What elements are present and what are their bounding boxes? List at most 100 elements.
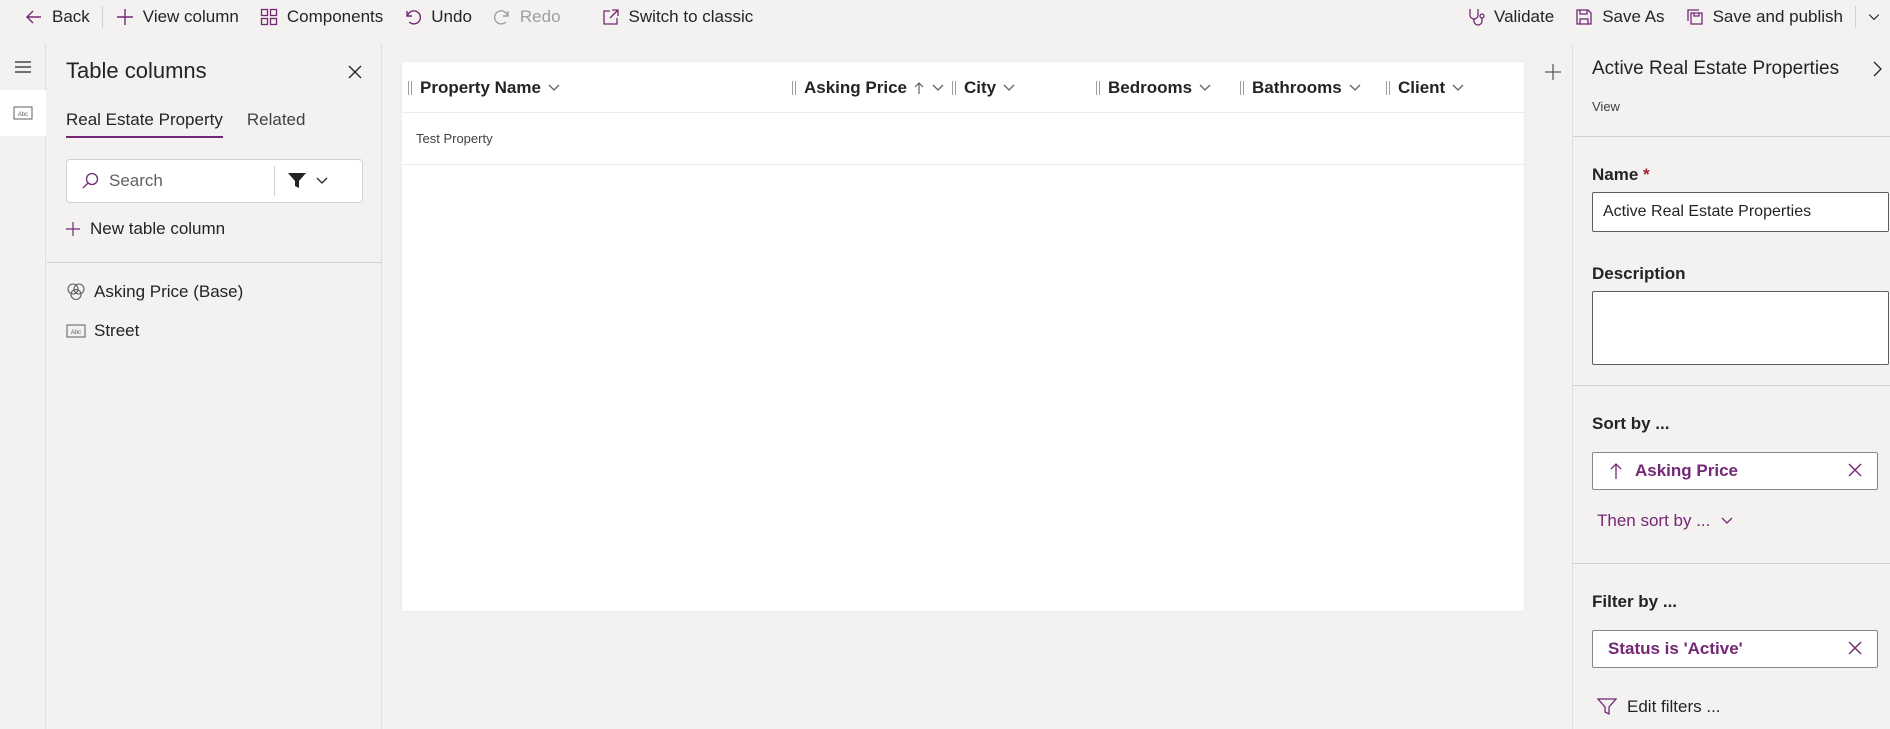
switch-classic-label: Switch to classic [629,7,754,27]
section-divider [1573,385,1890,386]
toolbar-divider-right [1855,6,1856,28]
plus-icon [1544,63,1562,81]
required-marker: * [1643,165,1650,184]
save-publish-label: Save and publish [1713,7,1843,27]
search-box [66,159,363,203]
resize-grip-icon[interactable] [1096,81,1100,95]
column-header-label: Client [1398,78,1445,98]
resize-grip-icon[interactable] [792,81,796,95]
filter-icon [287,172,307,190]
components-icon [259,7,279,27]
new-table-column-label: New table column [90,219,225,239]
validate-label: Validate [1494,7,1554,27]
search-icon [81,172,99,190]
chevron-down-icon [1451,81,1465,95]
plus-icon [115,7,135,27]
table-columns-rail-button[interactable]: Abc [0,90,46,136]
view-designer-canvas: Property Name Asking Price City Bedrooms [383,44,1572,729]
chevron-down-icon [1720,514,1734,528]
filter-dropdown-button[interactable] [275,172,329,190]
close-icon [1847,640,1863,656]
command-bar: Back View column Components Undo Redo Sw… [0,0,1890,34]
collapse-panel-button[interactable] [1869,60,1885,83]
validate-button[interactable]: Validate [1456,0,1564,34]
redo-button[interactable]: Redo [482,0,571,34]
list-item[interactable]: Asking Price (Base) [66,272,243,311]
column-label: Asking Price (Base) [94,282,243,302]
tab-related[interactable]: Related [247,110,306,138]
view-column-label: View column [143,7,239,27]
name-label-text: Name [1592,165,1638,184]
resize-grip-icon[interactable] [952,81,956,95]
svg-text:Abc: Abc [71,330,81,336]
redo-icon [492,7,512,27]
chevron-right-icon [1869,60,1885,78]
column-header-label: Bedrooms [1108,78,1192,98]
switch-classic-button[interactable]: Switch to classic [591,0,764,34]
column-header-client[interactable]: Client [1386,62,1465,113]
filter-chip-label: Status is 'Active' [1608,639,1743,659]
column-header-property-name[interactable]: Property Name [408,62,561,113]
list-item[interactable]: Abc Street [66,311,243,350]
edit-filters-label: Edit filters ... [1627,697,1721,717]
resize-grip-icon[interactable] [1240,81,1244,95]
filter-chip[interactable]: Status is 'Active' [1592,630,1878,668]
components-label: Components [287,7,383,27]
table-row[interactable]: Test Property [402,114,1524,165]
save-as-label: Save As [1602,7,1664,27]
filter-outline-icon [1597,698,1617,716]
description-field[interactable] [1592,291,1889,365]
column-label: Street [94,321,139,341]
edit-filters-button[interactable]: Edit filters ... [1597,697,1721,717]
view-grid: Property Name Asking Price City Bedrooms [402,62,1524,611]
toolbar-right-group: Validate Save As Save and publish [1456,0,1890,34]
undo-button[interactable]: Undo [393,0,482,34]
new-table-column-button[interactable]: New table column [66,219,225,239]
save-as-button[interactable]: Save As [1564,0,1674,34]
save-options-dropdown[interactable] [1858,0,1890,34]
text-field-icon: Abc [13,105,33,121]
arrow-up-icon [1609,462,1623,480]
column-header-label: Bathrooms [1252,78,1342,98]
resize-grip-icon[interactable] [408,81,412,95]
description-label: Description [1592,264,1686,284]
name-label: Name * [1592,165,1650,185]
table-columns-panel: Table columns Real Estate Property Relat… [47,44,382,729]
column-list: Asking Price (Base) Abc Street [66,272,243,350]
column-header-label: Asking Price [804,78,907,98]
sort-chip-label: Asking Price [1635,461,1738,481]
chevron-down-icon [1002,81,1016,95]
column-header-city[interactable]: City [952,62,1016,113]
column-header-asking-price[interactable]: Asking Price [792,62,945,113]
name-field[interactable] [1592,192,1889,232]
props-title: Active Real Estate Properties [1592,58,1839,80]
save-as-icon [1574,7,1594,27]
view-column-button[interactable]: View column [105,0,249,34]
column-header-label: City [964,78,996,98]
chevron-down-icon [931,81,945,95]
column-header-bedrooms[interactable]: Bedrooms [1096,62,1212,113]
props-subtitle: View [1592,99,1620,114]
undo-label: Undo [431,7,472,27]
hamburger-menu-button[interactable] [0,44,46,90]
back-button[interactable]: Back [14,0,100,34]
column-header-bathrooms[interactable]: Bathrooms [1240,62,1362,113]
then-sort-by-dropdown[interactable]: Then sort by ... [1597,511,1734,531]
remove-sort-button[interactable] [1847,462,1863,478]
search-input[interactable] [109,171,274,191]
close-panel-button[interactable] [343,60,367,84]
components-button[interactable]: Components [249,0,393,34]
add-column-button[interactable] [1541,60,1565,84]
chevron-down-icon [1198,81,1212,95]
chevron-down-icon [1866,9,1882,25]
save-publish-button[interactable]: Save and publish [1675,0,1853,34]
save-publish-icon [1685,7,1705,27]
close-icon [1847,462,1863,478]
remove-filter-button[interactable] [1847,640,1863,656]
resize-grip-icon[interactable] [1386,81,1390,95]
sort-chip[interactable]: Asking Price [1592,452,1878,490]
currency-icon [66,282,86,302]
tab-real-estate-property[interactable]: Real Estate Property [66,110,223,138]
panel-title: Table columns [66,58,207,84]
cell-property-name: Test Property [416,131,493,146]
